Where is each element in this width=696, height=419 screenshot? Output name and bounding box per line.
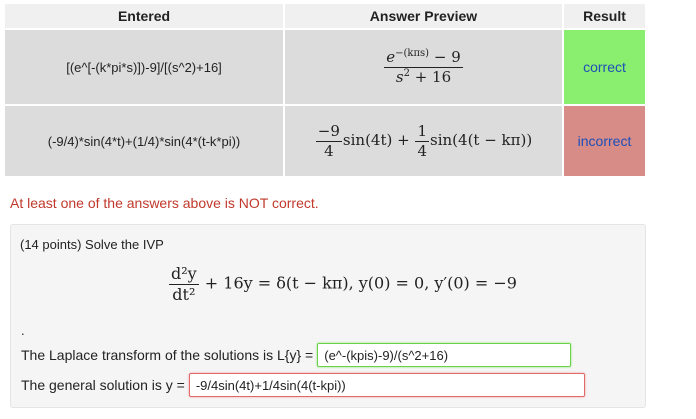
equation-derivative-den: dt² <box>172 284 196 304</box>
laplace-label: The Laplace transform of the solutions i… <box>21 347 314 363</box>
table-row: [(e^[-(k*pi*s)])-9]/[(s^2)+16] e−(kπs) −… <box>3 28 647 106</box>
result-cell-correct: correct <box>562 28 647 106</box>
laplace-question: The Laplace transform of the solutions i… <box>21 343 572 367</box>
entered-cell: [(e^[-(k*pi*s)])-9]/[(s^2)+16] <box>3 28 285 106</box>
warning-message: At least one of the answers above is NOT… <box>10 195 319 211</box>
problem-panel: (14 points) Solve the IVP d²y dt² + 16y … <box>10 224 646 408</box>
header-entered: Entered <box>3 2 285 30</box>
preview-fraction-2-den: 4 <box>417 141 428 160</box>
preview-fraction-1-num: −9 <box>315 122 342 142</box>
preview-den-tail: + 16 <box>409 67 452 86</box>
general-solution-label: The general solution is y = <box>21 377 185 393</box>
preview-fraction-2-num: 1 <box>415 122 430 142</box>
entered-cell: (-9/4)*sin(4*t)+(1/4)*sin(4*(t-k*pi)) <box>3 104 285 178</box>
general-solution-input[interactable]: -9/4sin(4t)+1/4sin(4(t-kpi)) <box>188 373 585 397</box>
preview-num-tail: − 9 <box>429 48 461 66</box>
header-result: Result <box>562 2 647 30</box>
problem-equation: d²y dt² + 16y = δ(t − kπ), y(0) = 0, y′(… <box>168 265 517 303</box>
results-table: Entered Answer Preview Result [(e^[-(k*p… <box>3 2 647 178</box>
preview-fraction-1-den: 4 <box>324 141 334 160</box>
preview-num-base: e <box>386 48 396 66</box>
preview-num-exponent: −(kπs) <box>395 48 430 59</box>
preview-math: −9 4 sin(4t) + 1 4 sin(4(t − kπ)) <box>315 123 533 159</box>
answer-preview-cell: −9 4 sin(4t) + 1 4 sin(4(t − kπ)) <box>283 104 564 178</box>
result-cell-incorrect: incorrect <box>562 104 647 178</box>
equation-derivative-fraction: d²y dt² <box>169 265 199 303</box>
preview-fraction-1: −9 4 <box>315 122 342 160</box>
laplace-answer-input[interactable]: (e^-(kpis)-9)/(s^2+16) <box>317 343 572 367</box>
separator-dot: . <box>21 323 25 338</box>
equation-derivative-num: d²y <box>169 264 199 285</box>
preview-term-1: sin(4t) + <box>342 131 415 149</box>
table-row: (-9/4)*sin(4*t)+(1/4)*sin(4*(t-k*pi)) −9… <box>3 104 647 178</box>
header-answer-preview: Answer Preview <box>283 2 564 30</box>
preview-numerator: e−(kπs) − 9 <box>384 49 463 68</box>
preview-fraction: e−(kπs) − 9 s2 + 16 <box>384 49 463 85</box>
preview-math: e−(kπs) − 9 s2 + 16 <box>383 49 464 85</box>
general-solution-question: The general solution is y = -9/4sin(4t)+… <box>21 373 585 397</box>
preview-term-2: sin(4(t − kπ)) <box>430 131 533 149</box>
answer-preview-cell: e−(kπs) − 9 s2 + 16 <box>283 28 564 106</box>
preview-denominator: s2 + 16 <box>394 68 453 86</box>
problem-intro: (14 points) Solve the IVP <box>20 237 164 252</box>
preview-den-base: s <box>395 67 404 86</box>
equation-rest: + 16y = δ(t − kπ), y(0) = 0, y′(0) = −9 <box>199 273 517 293</box>
header-row: Entered Answer Preview Result <box>3 2 647 30</box>
preview-fraction-2: 1 4 <box>415 122 430 160</box>
